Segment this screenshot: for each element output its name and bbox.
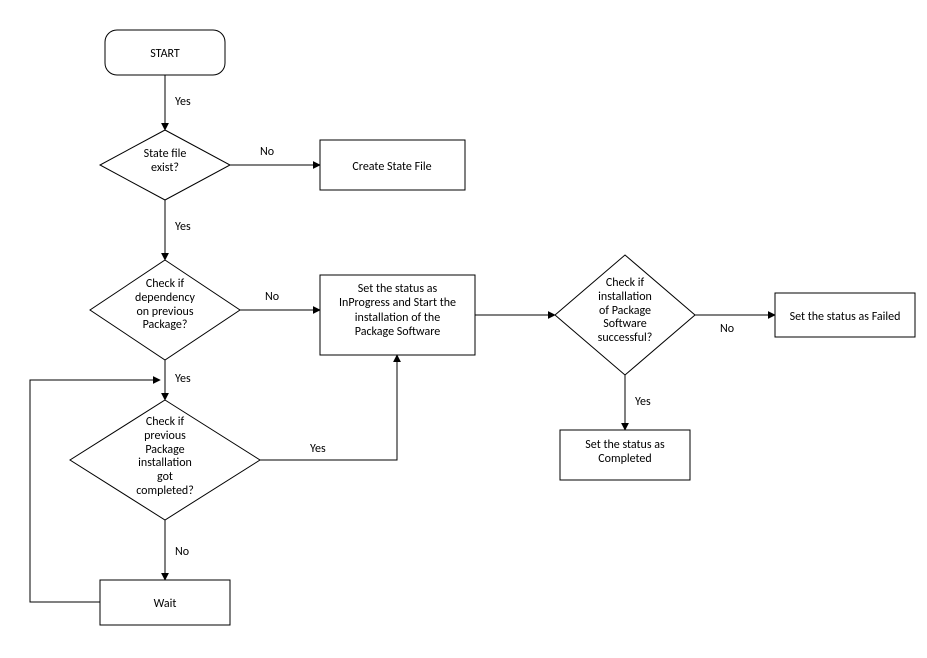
edge-statefile-no-label: No: [260, 145, 274, 159]
node-set-failed-label: Set the status as Failed: [790, 310, 901, 324]
node-set-inprogress-label: Set the status asInProgress and Start th…: [339, 282, 456, 339]
edge-prev-yes: [260, 355, 397, 460]
node-check-prev-completed-label: Check ifpreviousPackageinstallationgotco…: [136, 416, 194, 498]
edge-statefile-yes-label: Yes: [175, 220, 191, 234]
edge-dependency-yes-label: Yes: [175, 372, 191, 386]
node-set-completed-label: Set the status asCompleted: [585, 438, 664, 466]
node-check-dependency-label: Check ifdependencyon previousPackage?: [135, 278, 195, 332]
edge-prev-no-label: No: [175, 545, 189, 559]
node-check-install-success-label: Check ifinstallationof PackageSoftwaresu…: [598, 277, 653, 345]
edge-success-no-label: No: [720, 322, 734, 336]
node-start-label: START: [150, 47, 180, 61]
node-create-state-file-label: Create State File: [352, 160, 431, 174]
edge-success-yes-label: Yes: [635, 395, 651, 409]
node-wait-label: Wait: [154, 597, 177, 611]
edge-dependency-no-label: No: [265, 290, 279, 304]
edge-start-to-statefile-label: Yes: [175, 95, 191, 109]
node-state-file-exist-label: State fileexist?: [144, 148, 187, 175]
edge-prev-yes-label: Yes: [310, 442, 326, 456]
